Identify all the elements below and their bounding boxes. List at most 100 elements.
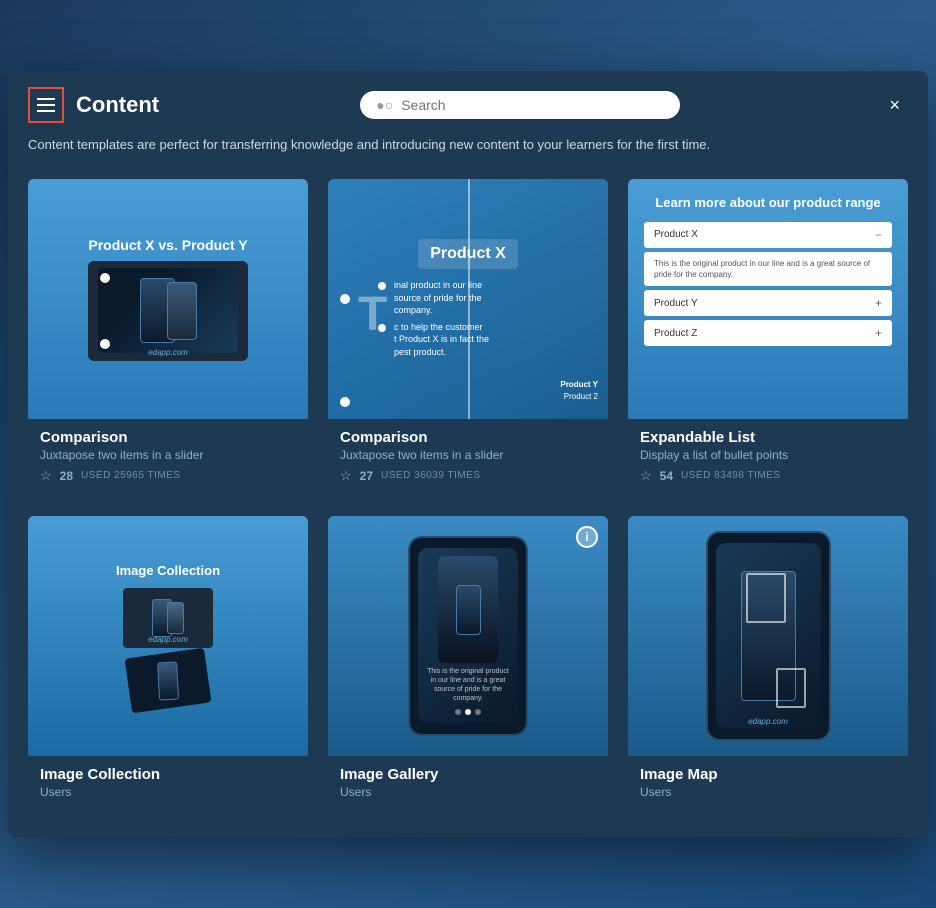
card2-text-2: c to help the customert Product X is in …	[394, 321, 489, 359]
plus-icon-y: +	[875, 296, 882, 310]
card4-desc: Users	[40, 785, 296, 799]
menu-line-2	[37, 104, 55, 106]
card2-stars: 27	[360, 469, 373, 483]
card5-dot-row	[455, 709, 481, 715]
content-modal: Content ●○ × Content templates are perfe…	[8, 71, 928, 837]
expandable-label-y: Product Y	[654, 298, 698, 309]
card6-hotspot-2	[776, 668, 806, 708]
card5-phone-img-content	[456, 585, 481, 635]
card1-info: Comparison Juxtapose two items in a slid…	[28, 419, 308, 496]
card4-name: Image Collection	[40, 766, 296, 783]
card2-info: Comparison Juxtapose two items in a slid…	[328, 419, 608, 496]
card2-dot-row-2: c to help the customert Product X is in …	[378, 321, 489, 359]
card4-phone-2	[167, 602, 184, 634]
card4-top-item: edapp.com	[123, 588, 213, 648]
card2-preview: Product X inal product in our linesource…	[328, 179, 608, 419]
templates-grid: Product X vs. Product Y edapp.com Compar…	[8, 171, 928, 837]
card6-name: Image Map	[640, 766, 896, 783]
card4-edapp: edapp.com	[148, 635, 188, 644]
star-icon-3: ☆	[640, 468, 652, 484]
template-card-expandable[interactable]: Learn more about our product range Produ…	[628, 179, 908, 496]
card6-preview: edapp.com	[628, 516, 908, 756]
card3-info: Expandable List Display a list of bullet…	[628, 419, 908, 496]
card2-name: Comparison	[340, 429, 596, 446]
expandable-item-z: Product Z +	[644, 320, 892, 346]
card4-phone-3	[157, 661, 179, 700]
card6-info: Image Map Users	[628, 756, 908, 817]
expandable-label-z: Product Z	[654, 328, 697, 339]
card3-preview-title: Learn more about our product range	[644, 195, 892, 212]
menu-line-3	[37, 110, 55, 112]
card5-phone: This is the original product in our line…	[408, 536, 528, 736]
card5-img	[438, 556, 498, 663]
card5-info: Image Gallery Users	[328, 756, 608, 817]
template-card-image-collection[interactable]: Image Collection edapp.com Image Collect…	[28, 516, 308, 817]
card2-t-letter: T	[358, 287, 387, 342]
card5-dot-2	[465, 709, 471, 715]
menu-button[interactable]	[28, 87, 64, 123]
star-icon-1: ☆	[40, 468, 52, 484]
card5-screen: This is the original product in our line…	[418, 548, 518, 723]
expandable-content-x: This is the original product in our line…	[644, 252, 892, 286]
slider-dot-bottom	[100, 339, 110, 349]
search-wrapper: ●○	[360, 91, 680, 119]
card1-laptop: edapp.com	[88, 261, 248, 361]
card2-dot-row-1: inal product in our linesource of pride …	[378, 279, 482, 317]
card5-phone-text: This is the original product in our line…	[426, 667, 510, 703]
card4-preview: Image Collection edapp.com	[28, 516, 308, 756]
card6-edapp: edapp.com	[748, 717, 788, 726]
plus-icon-z: +	[875, 326, 882, 340]
modal-description: Content templates are perfect for transf…	[8, 131, 928, 171]
card1-preview: Product X vs. Product Y edapp.com	[28, 179, 308, 419]
template-card-comparison-1[interactable]: Product X vs. Product Y edapp.com Compar…	[28, 179, 308, 496]
expandable-label-x: Product X	[654, 229, 698, 240]
menu-line-1	[37, 98, 55, 100]
card3-stats: ☆ 54 USED 83498 TIMES	[640, 468, 896, 484]
template-card-image-map[interactable]: edapp.com Image Map Users	[628, 516, 908, 817]
search-icon: ●○	[376, 97, 393, 113]
card6-desc: Users	[640, 785, 896, 799]
modal-header: Content ●○ ×	[8, 71, 928, 131]
minus-icon: −	[875, 228, 882, 242]
header-left: Content	[28, 87, 159, 123]
edapp-label: edapp.com	[148, 348, 188, 357]
card6-phone: edapp.com	[706, 531, 831, 741]
card2-slider-line	[468, 179, 470, 419]
card3-desc: Display a list of bullet points	[640, 448, 896, 462]
info-badge: i	[576, 526, 598, 548]
card1-desc: Juxtapose two items in a slider	[40, 448, 296, 462]
expandable-item-y: Product Y +	[644, 290, 892, 316]
product-2-label: Product 2	[564, 392, 598, 401]
card2-slider-dot-bottom	[340, 397, 350, 407]
card3-used: USED 83498 TIMES	[681, 470, 781, 481]
product-y-label: Product Y	[560, 380, 598, 389]
template-card-image-gallery[interactable]: i This is the original product in our li…	[328, 516, 608, 817]
search-input[interactable]	[401, 97, 664, 113]
card2-stats: ☆ 27 USED 36039 TIMES	[340, 468, 596, 484]
card3-name: Expandable List	[640, 429, 896, 446]
star-icon-2: ☆	[340, 468, 352, 484]
card5-name: Image Gallery	[340, 766, 596, 783]
card6-hotspot-1	[746, 573, 786, 623]
card3-preview: Learn more about our product range Produ…	[628, 179, 908, 419]
card5-dot-1	[455, 709, 461, 715]
card1-stats: ☆ 28 USED 25965 TIMES	[40, 468, 296, 484]
slider-dot-top	[100, 273, 110, 283]
template-card-comparison-2[interactable]: Product X inal product in our linesource…	[328, 179, 608, 496]
card1-used: USED 25965 TIMES	[81, 470, 181, 481]
expandable-item-x: Product X −	[644, 222, 892, 248]
card2-slider-dot	[340, 294, 350, 304]
card6-screen: edapp.com	[716, 543, 821, 728]
card3-stars: 54	[660, 469, 673, 483]
phone-right	[167, 282, 197, 340]
card5-desc: Users	[340, 785, 596, 799]
card1-preview-title: Product X vs. Product Y	[88, 237, 247, 253]
card2-used: USED 36039 TIMES	[381, 470, 481, 481]
card1-stars: 28	[60, 469, 73, 483]
close-button[interactable]: ×	[881, 92, 908, 118]
card4-info: Image Collection Users	[28, 756, 308, 817]
card2-desc: Juxtapose two items in a slider	[340, 448, 596, 462]
card5-dot-3	[475, 709, 481, 715]
card4-bottom-item	[125, 648, 212, 714]
card5-preview: i This is the original product in our li…	[328, 516, 608, 756]
